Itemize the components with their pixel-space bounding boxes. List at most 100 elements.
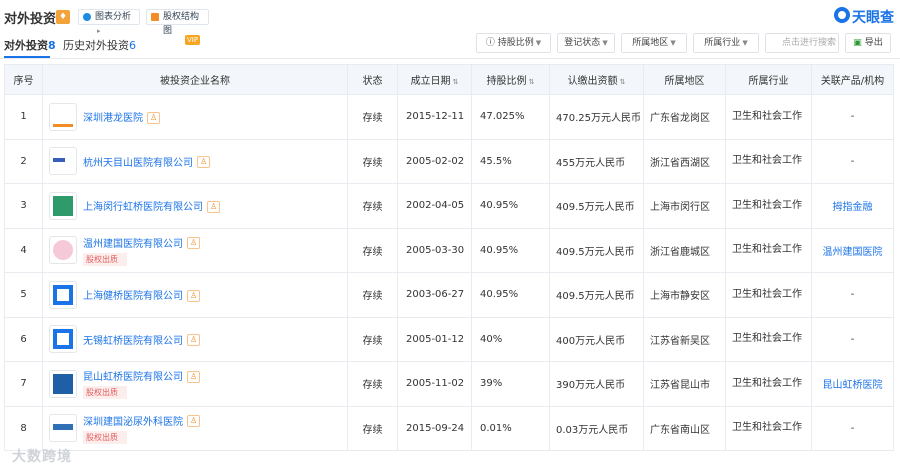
company-name-link[interactable]: 上海健桥医院有限公司 xyxy=(83,287,183,302)
export-button[interactable]: ▣ 导出 xyxy=(845,33,891,53)
founded-date: 2015-09-24 xyxy=(397,405,472,451)
company-logo-icon xyxy=(49,414,77,443)
chevron-down-icon: ▼ xyxy=(742,39,748,47)
tab-history-investments[interactable]: 历史对外投资6 VIP xyxy=(63,35,201,53)
pledge-badge[interactable]: 股权出质 xyxy=(83,386,127,400)
row-index: 6 xyxy=(4,316,43,362)
industry-text: 卫生和社会工作 xyxy=(725,272,812,318)
company-name-link[interactable]: 上海闵行虹桥医院有限公司 xyxy=(83,198,203,213)
company-name-link[interactable]: 深圳建国泌尿外科医院 xyxy=(83,413,183,428)
company-cell: 深圳建国泌尿外科医院 ♙ 股权出质 xyxy=(42,405,348,451)
related-product[interactable]: 拇指金融 xyxy=(833,202,873,213)
col-header[interactable]: 认缴出资额 ⇅ xyxy=(549,64,644,95)
region-text: 江苏省昆山市 xyxy=(643,361,726,407)
equity-tag-icon[interactable]: ♙ xyxy=(187,370,201,383)
filter-region-dropdown[interactable]: 所属地区 ▼ xyxy=(621,33,687,53)
holding-ratio: 40.95% xyxy=(471,183,550,229)
brand-logo: 天眼查 xyxy=(834,6,896,26)
equity-tag-icon[interactable]: ♙ xyxy=(187,237,201,250)
company-name-link[interactable]: 温州建国医院有限公司 xyxy=(83,235,183,250)
row-index: 3 xyxy=(4,183,43,229)
industry-text: 卫生和社会工作 xyxy=(725,405,812,451)
col-header: 被投资企业名称 xyxy=(42,64,348,95)
region-text: 上海市静安区 xyxy=(643,272,726,318)
status-text: 存续 xyxy=(347,405,398,451)
status-text: 存续 xyxy=(347,94,398,140)
filter-ratio-dropdown[interactable]: ⓘ 持股比例 ▼ xyxy=(476,33,551,53)
related-cell: - xyxy=(811,94,894,140)
industry-text: 卫生和社会工作 xyxy=(725,94,812,140)
equity-tag-icon[interactable]: ♙ xyxy=(187,415,201,428)
company-logo-icon xyxy=(49,191,77,220)
table-row: 8 深圳建国泌尿外科医院 ♙ 股权出质 存续 2015-09-24 0.01% 0… xyxy=(4,405,894,451)
pledge-badge[interactable]: 股权出质 xyxy=(83,252,127,266)
chart-analysis-button[interactable]: 图表分析▸ xyxy=(78,9,140,35)
holding-ratio: 40% xyxy=(471,316,550,362)
related-product: - xyxy=(850,333,855,345)
company-name-link[interactable]: 杭州天目山医院有限公司 xyxy=(83,154,193,169)
company-cell: 温州建国医院有限公司 ♙ 股权出质 xyxy=(42,227,348,273)
table-row: 3 上海闵行虹桥医院有限公司 ♙ 存续 2002-04-05 40.95% 409… xyxy=(4,183,894,229)
related-cell: 温州建国医院 xyxy=(811,227,894,273)
row-index: 1 xyxy=(4,94,43,140)
equity-tag-icon[interactable]: ♙ xyxy=(197,156,211,169)
company-cell: 上海健桥医院有限公司 ♙ xyxy=(42,272,348,318)
region-text: 上海市闵行区 xyxy=(643,183,726,229)
company-name-link[interactable]: 昆山虹桥医院有限公司 xyxy=(83,368,183,383)
vip-badge: VIP xyxy=(185,35,201,45)
table-row: 4 温州建国医院有限公司 ♙ 股权出质 存续 2005-03-30 40.95% … xyxy=(4,227,894,273)
subscribed-capital: 390万元人民币 xyxy=(549,361,644,407)
company-logo-icon xyxy=(49,102,77,131)
company-cell: 杭州天目山医院有限公司 ♙ xyxy=(42,138,348,184)
filter-status-dropdown[interactable]: 登记状态 ▼ xyxy=(557,33,615,53)
subscribed-capital: 409.5万元人民币 xyxy=(549,183,644,229)
filter-industry-dropdown[interactable]: 所属行业 ▼ xyxy=(693,33,759,53)
subscribed-capital: 409.5万元人民币 xyxy=(549,227,644,273)
pledge-badge[interactable]: 股权出质 xyxy=(83,430,127,444)
equity-tag-icon[interactable]: ♙ xyxy=(147,111,161,124)
subscribed-capital: 0.03万元人民币 xyxy=(549,405,644,451)
company-logo-icon xyxy=(49,236,77,265)
table-row: 2 杭州天目山医院有限公司 ♙ 存续 2005-02-02 45.5% 455万元… xyxy=(4,138,894,184)
investment-table: 序号 被投资企业名称 状态 成立日期 ⇅ 持股比例 ⇅ 认缴出资额 ⇅ 所属地区 所属… xyxy=(4,64,894,451)
status-text: 存续 xyxy=(347,138,398,184)
equity-structure-button[interactable]: 股权结构图 xyxy=(146,9,209,36)
founded-date: 2002-04-05 xyxy=(397,183,472,229)
company-name-link[interactable]: 深圳港龙医院 xyxy=(83,109,143,124)
company-cell: 无锡虹桥医院有限公司 ♙ xyxy=(42,316,348,362)
equity-tag-icon[interactable]: ♙ xyxy=(187,334,201,347)
chart-icon xyxy=(83,13,91,21)
table-row: 7 昆山虹桥医院有限公司 ♙ 股权出质 存续 2005-11-02 39% 390… xyxy=(4,361,894,407)
company-cell: 上海闵行虹桥医院有限公司 ♙ xyxy=(42,183,348,229)
status-text: 存续 xyxy=(347,361,398,407)
col-header: 所属行业 xyxy=(725,64,812,95)
bell-icon[interactable]: ♦ xyxy=(56,10,70,24)
related-product[interactable]: 温州建国医院 xyxy=(823,247,883,258)
table-row: 5 上海健桥医院有限公司 ♙ 存续 2003-06-27 40.95% 409.5… xyxy=(4,272,894,318)
tianyancha-logo-icon xyxy=(834,7,850,23)
industry-text: 卫生和社会工作 xyxy=(725,183,812,229)
table-header-row: 序号 被投资企业名称 状态 成立日期 ⇅ 持股比例 ⇅ 认缴出资额 ⇅ 所属地区 所属… xyxy=(4,64,894,95)
company-cell: 昆山虹桥医院有限公司 ♙ 股权出质 xyxy=(42,361,348,407)
status-text: 存续 xyxy=(347,272,398,318)
status-text: 存续 xyxy=(347,227,398,273)
company-name-link[interactable]: 无锡虹桥医院有限公司 xyxy=(83,332,183,347)
region-text: 广东省龙岗区 xyxy=(643,94,726,140)
col-header: 序号 xyxy=(4,64,43,95)
related-product[interactable]: 昆山虹桥医院 xyxy=(823,380,883,391)
equity-tag-icon[interactable]: ♙ xyxy=(187,289,201,302)
col-header[interactable]: 成立日期 ⇅ xyxy=(397,64,472,95)
holding-ratio: 40.95% xyxy=(471,272,550,318)
tab-bar: 对外投资8 历史对外投资6 VIP ⓘ 持股比例 ▼ 登记状态 ▼ 所属地区 ▼ 所属… xyxy=(0,31,900,59)
active-tab-indicator xyxy=(4,56,50,58)
search-input[interactable]: 点击进行搜索 xyxy=(765,33,839,53)
structure-icon xyxy=(151,13,159,21)
related-product: - xyxy=(850,155,855,167)
equity-tag-icon[interactable]: ♙ xyxy=(207,200,221,213)
industry-text: 卫生和社会工作 xyxy=(725,227,812,273)
row-index: 4 xyxy=(4,227,43,273)
holding-ratio: 0.01% xyxy=(471,405,550,451)
region-text: 江苏省新吴区 xyxy=(643,316,726,362)
col-header[interactable]: 持股比例 ⇅ xyxy=(471,64,550,95)
tab-current-investments[interactable]: 对外投资8 xyxy=(4,37,56,53)
